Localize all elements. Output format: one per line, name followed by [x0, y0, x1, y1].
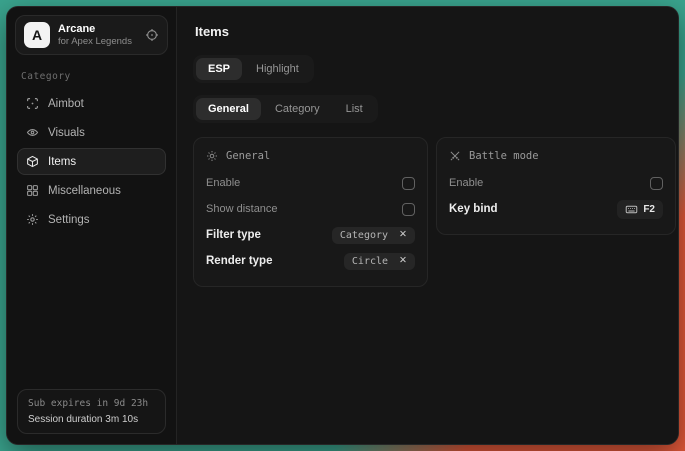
render-type-value: Circle [352, 256, 388, 267]
battle-mode-panel: Battle mode Enable Key bind [436, 137, 676, 235]
desktop-background: { "app": { "name": "Arcane", "subtitle":… [0, 0, 685, 451]
tab-esp[interactable]: ESP [196, 58, 242, 80]
sun-icon [206, 150, 218, 162]
setting-row-show-distance: Show distance [206, 196, 415, 222]
page-title: Items [195, 24, 676, 39]
clear-icon[interactable]: ✕ [399, 256, 407, 266]
key-bind-value: F2 [643, 204, 655, 215]
setting-label: Enable [206, 177, 240, 189]
setting-label: Render type [206, 255, 272, 267]
filter-type-select[interactable]: Category ✕ [332, 227, 415, 244]
sidebar-item-settings[interactable]: Settings [17, 206, 166, 233]
sidebar-item-label: Visuals [48, 127, 85, 139]
subscription-info-box: Sub expires in 9d 23h Session duration 3… [17, 389, 166, 434]
setting-row-key-bind: Key bind F2 [449, 196, 663, 222]
clear-icon[interactable]: ✕ [399, 230, 407, 240]
sidebar-category-label: Category [21, 71, 162, 82]
battle-mode-panel-header: Battle mode [449, 150, 663, 162]
session-duration-text: Session duration 3m 10s [28, 414, 155, 425]
tab-list[interactable]: List [334, 98, 375, 120]
setting-label: Filter type [206, 229, 261, 241]
main-content: Items ESP Highlight General Category Lis… [177, 7, 679, 444]
setting-row-battle-enable: Enable [449, 170, 663, 196]
sidebar-item-visuals[interactable]: Visuals [17, 119, 166, 146]
keyboard-icon [625, 203, 638, 216]
brand-card: A Arcane for Apex Legends [15, 15, 168, 55]
setting-label: Enable [449, 177, 483, 189]
sidebar-spacer [15, 234, 168, 387]
crosshair-icon [26, 97, 39, 110]
panel-title: Battle mode [469, 150, 539, 162]
filter-type-value: Category [340, 230, 388, 241]
brand-text: Arcane for Apex Legends [58, 23, 132, 47]
box-icon [26, 155, 39, 168]
sidebar-item-items[interactable]: Items [17, 148, 166, 175]
setting-row-render-type: Render type Circle ✕ [206, 248, 415, 274]
setting-row-filter-type: Filter type Category ✕ [206, 222, 415, 248]
target-icon[interactable] [145, 28, 159, 42]
swords-icon [449, 150, 461, 162]
sidebar-item-miscellaneous[interactable]: Miscellaneous [17, 177, 166, 204]
key-bind-button[interactable]: F2 [617, 200, 663, 219]
app-window: A Arcane for Apex Legends Category [6, 6, 679, 445]
show-distance-checkbox[interactable] [402, 203, 415, 216]
grid-icon [26, 184, 39, 197]
sidebar-item-label: Settings [48, 214, 90, 226]
render-type-select[interactable]: Circle ✕ [344, 253, 415, 270]
enable-checkbox[interactable] [402, 177, 415, 190]
setting-row-enable: Enable [206, 170, 415, 196]
panels-row: General Enable Show distance Filter type… [193, 137, 676, 287]
tab-general[interactable]: General [196, 98, 261, 120]
setting-label: Key bind [449, 203, 498, 215]
mode-tab-group: ESP Highlight [193, 55, 314, 83]
sidebar-item-label: Miscellaneous [48, 185, 121, 197]
battle-enable-checkbox[interactable] [650, 177, 663, 190]
tab-category[interactable]: Category [263, 98, 332, 120]
setting-label: Show distance [206, 203, 278, 215]
sidebar: A Arcane for Apex Legends Category [7, 7, 177, 444]
sub-expires-text: Sub expires in 9d 23h [28, 398, 155, 409]
view-tab-group: General Category List [193, 95, 378, 123]
app-logo: A [24, 22, 50, 48]
tab-highlight[interactable]: Highlight [244, 58, 311, 80]
sidebar-item-label: Aimbot [48, 98, 84, 110]
sidebar-item-label: Items [48, 156, 76, 168]
general-panel-header: General [206, 150, 415, 162]
app-name: Arcane [58, 23, 132, 35]
panel-title: General [226, 150, 270, 162]
general-panel: General Enable Show distance Filter type… [193, 137, 428, 287]
gear-icon [26, 213, 39, 226]
sidebar-item-aimbot[interactable]: Aimbot [17, 90, 166, 117]
app-subtitle: for Apex Legends [58, 36, 132, 47]
eye-icon [26, 126, 39, 139]
